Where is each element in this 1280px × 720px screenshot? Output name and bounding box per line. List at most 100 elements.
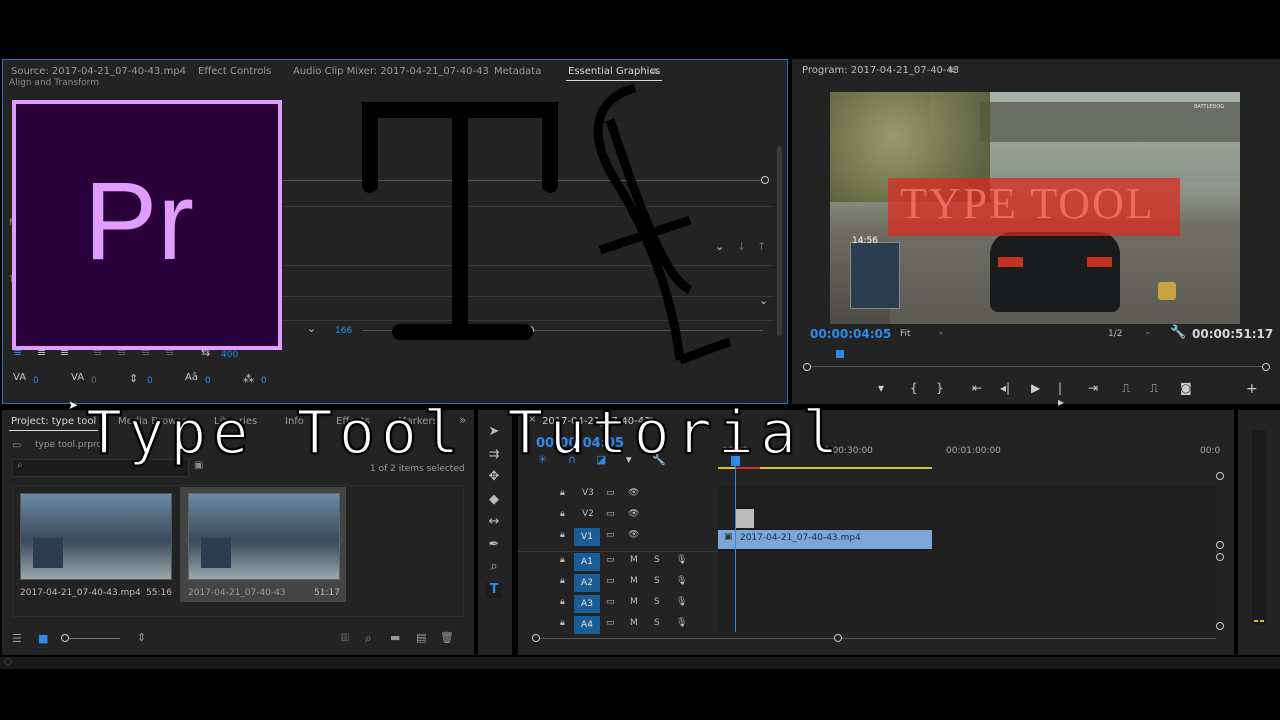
program-menu-icon[interactable]: ≡ — [948, 65, 956, 76]
mic-icon[interactable]: 🎙︎ — [676, 576, 687, 586]
sync-lock-icon[interactable]: ▭ — [606, 597, 615, 607]
thumbnail-zoom-knob[interactable] — [61, 634, 69, 642]
mute-button[interactable]: M — [630, 597, 638, 607]
track-target[interactable]: A3 — [574, 595, 600, 613]
track-target[interactable]: A4 — [574, 616, 600, 634]
program-scrub-bar[interactable] — [806, 366, 1266, 367]
settings-wrench-icon[interactable]: 🔧 — [1170, 325, 1186, 340]
eye-icon[interactable]: 👁︎ — [628, 530, 639, 540]
sync-lock-icon[interactable]: ▭ — [606, 618, 615, 628]
lock-icon[interactable]: 🔒︎ — [560, 597, 565, 607]
lock-icon[interactable]: 🔒︎ — [560, 618, 565, 628]
timeline-scroll-left[interactable] — [532, 634, 540, 642]
project-item-thumbnail[interactable] — [188, 493, 340, 580]
lock-icon[interactable]: 🔒︎ — [560, 530, 565, 540]
kerning-value[interactable]: 0 — [33, 376, 39, 386]
lock-icon[interactable]: 🔒︎ — [560, 509, 565, 519]
new-folder-icon[interactable]: ▬ — [390, 631, 400, 644]
mic-icon[interactable]: 🎙︎ — [676, 597, 687, 607]
program-zoom-left[interactable] — [803, 363, 811, 371]
go-to-in-icon[interactable]: ⇤ — [972, 381, 982, 395]
panel-scrollbar[interactable] — [777, 146, 782, 336]
mute-button[interactable]: M — [630, 555, 638, 565]
sync-lock-icon[interactable]: ▭ — [606, 576, 615, 586]
baseline-value[interactable]: 0 — [147, 376, 153, 386]
sort-icon[interactable]: ⇕ — [137, 631, 146, 644]
tab-effect-controls[interactable]: Effect Controls — [198, 66, 271, 77]
program-title[interactable]: Program: 2017-04-21_07-40-43 — [802, 65, 959, 76]
solo-button[interactable]: S — [654, 576, 660, 586]
vscroll-top-audio[interactable] — [1216, 553, 1224, 561]
icon-view-icon[interactable]: ■ — [38, 632, 48, 645]
font-size-chevron[interactable]: ⌄ — [307, 322, 316, 335]
thumbnail-zoom-slider[interactable] — [64, 638, 120, 639]
eye-icon[interactable]: 👁︎ — [628, 509, 639, 519]
solo-button[interactable]: S — [654, 618, 660, 628]
extract-icon[interactable]: ⎍ — [1150, 381, 1158, 396]
program-timecode[interactable]: 00:00:04:05 — [810, 327, 891, 341]
track-target[interactable]: A1 — [574, 553, 600, 571]
add-button-icon[interactable]: + — [1246, 381, 1258, 397]
vscroll-bottom[interactable] — [1216, 541, 1224, 549]
lift-icon[interactable]: ⎍ — [1122, 381, 1130, 396]
tab-source[interactable]: Source: 2017-04-21_07-40-43.mp4 — [11, 66, 186, 77]
panel-menu-icon[interactable]: ≡ — [650, 66, 658, 77]
lock-icon[interactable]: 🔒︎ — [560, 488, 565, 498]
type-tool-icon[interactable]: T — [486, 582, 502, 598]
clip-v2-graphic[interactable] — [736, 509, 754, 528]
sync-lock-icon[interactable]: ▭ — [606, 509, 615, 519]
zoom-tool-icon[interactable]: ⌕ — [486, 559, 502, 575]
mute-button[interactable]: M — [630, 576, 638, 586]
list-view-icon[interactable]: ☰ — [12, 632, 22, 645]
find-icon[interactable]: ⌕ — [365, 631, 372, 646]
mic-icon[interactable]: 🎙︎ — [676, 618, 687, 628]
trash-icon[interactable]: 🗑 — [440, 631, 454, 644]
lock-icon[interactable]: 🔒︎ — [560, 576, 565, 586]
program-video-frame[interactable]: TYPE TOOL 14:56 BATTLEDOG — [830, 92, 1240, 324]
solo-button[interactable]: S — [654, 597, 660, 607]
sync-lock-icon[interactable]: ▭ — [606, 530, 615, 540]
quality-dropdown[interactable]: 1/2 — [1108, 329, 1122, 339]
mark-in-icon[interactable]: { — [910, 381, 918, 395]
style-dropdown-chevron[interactable]: ⌄ — [759, 294, 768, 307]
leading-value[interactable]: 400 — [221, 350, 238, 360]
lock-icon[interactable]: 🔒︎ — [560, 555, 565, 565]
caps-value[interactable]: 0 — [261, 376, 267, 386]
mute-button[interactable]: M — [630, 618, 638, 628]
solo-button[interactable]: S — [654, 555, 660, 565]
automate-icon[interactable]: ▥ — [340, 632, 349, 643]
project-item-thumbnail[interactable] — [20, 493, 172, 580]
step-forward-icon[interactable]: |▸ — [1058, 381, 1064, 409]
add-marker-icon[interactable]: ▾ — [878, 381, 884, 395]
razor-tool-icon[interactable]: ◆ — [486, 492, 502, 508]
quality-chevron-icon[interactable]: ⌄ — [1144, 327, 1152, 337]
go-to-out-icon[interactable]: ⇥ — [1088, 381, 1098, 395]
fit-dropdown[interactable]: Fit — [900, 329, 911, 339]
track-target[interactable]: A2 — [574, 574, 600, 592]
program-playhead[interactable] — [836, 350, 844, 358]
opacity-slider-knob[interactable] — [761, 176, 769, 184]
timeline-scroll-right[interactable] — [834, 634, 842, 642]
ripple-edit-icon[interactable]: ✥ — [486, 469, 502, 485]
tab-essential-graphics[interactable]: Essential Graphics — [565, 66, 663, 81]
vscroll-bottom-audio[interactable] — [1216, 622, 1224, 630]
sync-lock-icon[interactable]: ▭ — [606, 488, 615, 498]
tab-metadata[interactable]: Metadata — [494, 66, 541, 77]
timeline-h-scroll[interactable] — [536, 638, 1216, 639]
sync-lock-icon[interactable]: ▭ — [606, 555, 615, 565]
export-frame-icon[interactable]: ◙ — [1180, 381, 1192, 395]
vscroll-top[interactable] — [1216, 472, 1224, 480]
track-target[interactable]: V1 — [574, 528, 600, 546]
tsume-value[interactable]: 0 — [205, 376, 211, 386]
step-back-icon[interactable]: ◂| — [1000, 381, 1010, 395]
mic-icon[interactable]: 🎙︎ — [676, 555, 687, 565]
program-zoom-right[interactable] — [1262, 363, 1270, 371]
play-icon[interactable]: ▶ — [1031, 381, 1040, 395]
eye-icon[interactable]: 👁︎ — [628, 488, 639, 498]
tab-project[interactable]: Project: type tool — [8, 416, 99, 431]
pen-tool-icon[interactable]: ✒ — [486, 537, 502, 553]
new-item-icon[interactable]: ▤ — [416, 631, 426, 644]
tracking2-value[interactable]: 0 — [91, 376, 97, 386]
slip-tool-icon[interactable]: ↔ — [486, 514, 502, 530]
tab-audio-clip-mixer[interactable]: Audio Clip Mixer: 2017-04-21_07-40-43 — [293, 66, 489, 77]
